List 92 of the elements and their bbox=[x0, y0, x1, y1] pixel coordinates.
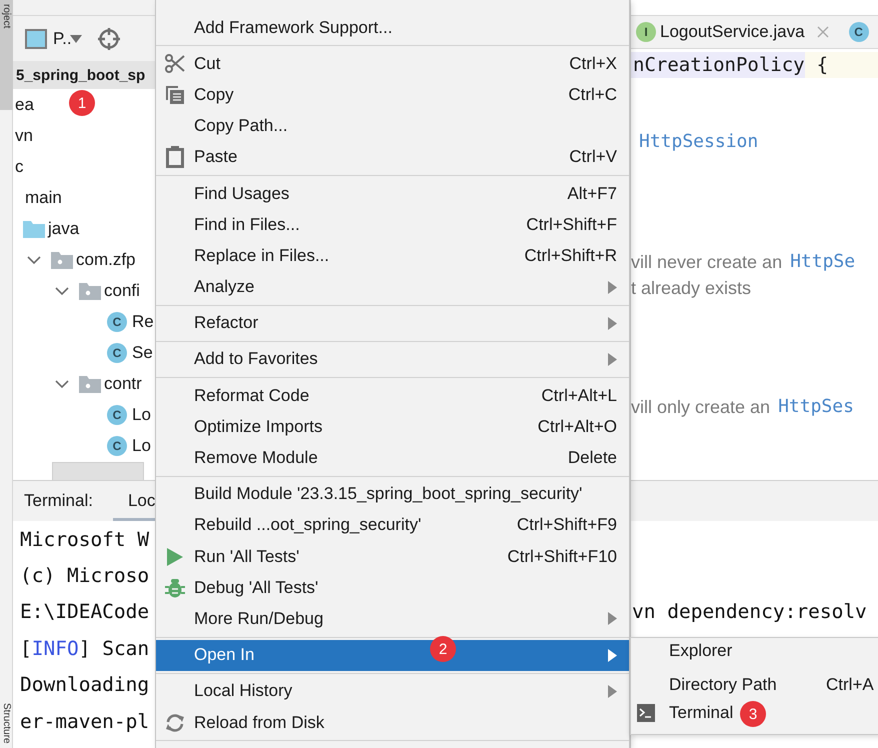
scrollbar-thumb[interactable] bbox=[52, 462, 144, 480]
tree-item[interactable]: Se bbox=[132, 342, 153, 362]
locate-icon[interactable] bbox=[98, 28, 120, 50]
code-text: vill never create an bbox=[631, 252, 782, 272]
project-root[interactable]: 5_spring_boot_sp bbox=[13, 61, 155, 89]
menu-item[interactable]: Refactor bbox=[156, 308, 629, 339]
log-level: INFO bbox=[32, 636, 79, 660]
editor-tab[interactable]: I LogoutService.java bbox=[636, 22, 843, 42]
tree-item[interactable]: Re bbox=[132, 312, 154, 332]
shortcut: Ctrl+Alt+O bbox=[538, 416, 617, 437]
menu-item[interactable]: Analyze bbox=[156, 272, 629, 303]
scissors-icon bbox=[164, 52, 186, 75]
side-tab[interactable]: Structure bbox=[0, 699, 13, 748]
menu-item[interactable]: Replace in Files... Ctrl+Shift+R bbox=[156, 240, 629, 272]
menu-item[interactable]: Local History bbox=[156, 676, 629, 707]
shortcut: Ctrl+Shift+F bbox=[526, 214, 617, 235]
shortcut: Ctrl+Shift+F9 bbox=[516, 515, 617, 536]
package-icon bbox=[51, 250, 73, 268]
class-icon: C bbox=[107, 342, 127, 362]
package-icon bbox=[79, 282, 101, 300]
terminal-text: ] Scan bbox=[78, 636, 150, 660]
shortcut: Ctrl+A bbox=[826, 674, 874, 694]
code-text: HttpSes bbox=[778, 395, 854, 419]
shortcut: Ctrl+C bbox=[568, 84, 617, 105]
shortcut: Alt+F7 bbox=[567, 184, 617, 204]
interface-icon: I bbox=[636, 22, 656, 42]
menu-item[interactable]: Optimize Imports Ctrl+Alt+O bbox=[156, 411, 629, 442]
menu-item[interactable]: Build Module '23.3.15_spring_boot_spring_security' bbox=[156, 478, 629, 510]
tree-item[interactable]: Lo bbox=[132, 436, 151, 456]
menu-item[interactable]: More Run/Debug bbox=[156, 603, 629, 635]
code-text: nCreationPolicy bbox=[631, 52, 805, 78]
class-icon: C bbox=[107, 436, 127, 456]
menu-item[interactable]: Find in Files... Ctrl+Shift+F bbox=[156, 209, 629, 240]
menu-item[interactable]: Run 'All Tests' Ctrl+Shift+F10 bbox=[156, 541, 629, 572]
shortcut: Ctrl+X bbox=[569, 54, 617, 74]
tree-item[interactable]: vn bbox=[15, 126, 33, 146]
terminal-text: Microsoft W bbox=[20, 528, 150, 551]
dropdown-icon[interactable] bbox=[70, 34, 82, 42]
code-text: HttpSe bbox=[790, 250, 856, 274]
menu-item[interactable]: Debug 'All Tests' bbox=[156, 572, 629, 604]
bug-icon bbox=[165, 576, 185, 599]
shortcut: Delete bbox=[568, 448, 617, 468]
tree-item[interactable]: contr bbox=[104, 374, 142, 394]
shortcut: Ctrl+Alt+L bbox=[541, 386, 617, 406]
menu-item[interactable]: Add to Favorites bbox=[156, 344, 629, 376]
project-view-icon bbox=[25, 28, 47, 48]
terminal-text: E:\IDEACode bbox=[20, 600, 150, 624]
code-text: { bbox=[804, 52, 878, 78]
menu-item[interactable]: Rebuild ...oot_spring_security' Ctrl+Shift+F9 bbox=[156, 510, 629, 541]
clipboard-icon bbox=[166, 146, 184, 168]
terminal-text: vn dependency:resolv bbox=[632, 600, 867, 624]
folder-icon bbox=[23, 220, 45, 238]
tree-item[interactable]: main bbox=[25, 188, 62, 208]
menu-item[interactable]: Reload from Disk bbox=[156, 706, 629, 738]
copy-icon bbox=[165, 84, 185, 105]
editor-tab[interactable]: C bbox=[848, 22, 869, 42]
run-icon bbox=[166, 546, 184, 567]
tree-item[interactable]: confi bbox=[104, 280, 140, 300]
menu-item[interactable]: Copy Ctrl+C bbox=[156, 79, 629, 111]
view-selector[interactable]: P.. bbox=[53, 28, 72, 48]
package-icon bbox=[79, 374, 101, 392]
code-text: t already exists bbox=[631, 278, 752, 298]
menu-item[interactable]: Terminal bbox=[631, 700, 734, 731]
tree-item[interactable]: java bbox=[48, 218, 80, 238]
panel-title: Terminal: bbox=[24, 491, 93, 511]
menu-item[interactable]: Paste Ctrl+V bbox=[156, 142, 629, 173]
menu-item[interactable]: Copy Path... bbox=[156, 110, 629, 142]
terminal-text: (c) Microso bbox=[20, 564, 150, 588]
code-text: HttpSession bbox=[639, 130, 758, 154]
terminal-text: Downloading bbox=[20, 673, 150, 696]
menu-item[interactable]: Cut Ctrl+X bbox=[156, 48, 629, 80]
shortcut: Ctrl+Shift+R bbox=[524, 246, 617, 266]
menu-item[interactable]: Explorer bbox=[631, 638, 732, 669]
side-tab[interactable]: roject bbox=[0, 0, 13, 110]
terminal-text: [ bbox=[20, 636, 32, 660]
menu-item[interactable]: Directory Path Ctrl+A bbox=[631, 669, 874, 700]
menu-item[interactable]: Find Usages Alt+F7 bbox=[156, 178, 629, 210]
tree-item[interactable]: Lo bbox=[132, 404, 151, 424]
class-icon: C bbox=[107, 312, 127, 332]
tree-item[interactable]: c bbox=[15, 156, 24, 176]
menu-item[interactable]: Add Framework Support... bbox=[156, 12, 629, 44]
terminal-icon bbox=[637, 704, 655, 722]
tree-item[interactable]: ea bbox=[15, 94, 34, 114]
shortcut: Ctrl+V bbox=[569, 147, 617, 168]
shortcut: Ctrl+Shift+F10 bbox=[507, 546, 617, 567]
code-text: vill only create an bbox=[631, 396, 770, 418]
menu-item[interactable]: Remove Module Delete bbox=[156, 442, 629, 474]
terminal-text: er-maven-pl bbox=[20, 710, 150, 733]
menu-item[interactable]: Reformat Code Ctrl+Alt+L bbox=[156, 380, 629, 412]
class-icon: C bbox=[107, 404, 127, 424]
reload-icon bbox=[164, 712, 186, 734]
tree-item[interactable]: com.zfp bbox=[76, 250, 136, 270]
